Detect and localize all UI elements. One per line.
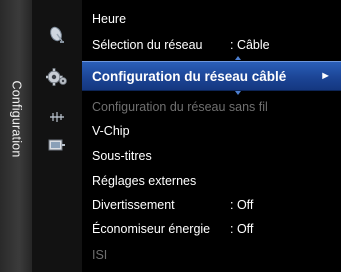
menu-item-label: V-Chip [92, 124, 130, 138]
menu-item-subtitles[interactable]: Sous-titres [82, 145, 341, 167]
gear-settings-icon[interactable] [46, 68, 68, 86]
menu-item-value: : Off [230, 198, 254, 212]
menu-item-wireless-network-config: Configuration du réseau sans fil [82, 96, 341, 118]
menu-item-energy-saver[interactable]: Économiseur énergie : Off [82, 218, 341, 240]
menu-item-label: Économiseur énergie [92, 222, 211, 236]
category-label-wrap: Configuration [2, 44, 30, 194]
settings-menu-list: Heure Sélection du réseau : Câble Config… [82, 0, 341, 272]
menu-item-label: Sélection du réseau [92, 38, 203, 52]
scroll-up-indicator-icon [235, 56, 241, 60]
category-tab[interactable]: Configuration [0, 0, 32, 272]
menu-item-network-selection[interactable]: Sélection du réseau : Câble [82, 34, 341, 56]
menu-item-value: : Off [230, 222, 254, 236]
menu-item-v-chip[interactable]: V-Chip [82, 120, 341, 142]
category-icon-column [32, 0, 82, 272]
satellite-dish-icon[interactable] [46, 26, 68, 44]
menu-item-isi: ISI [82, 244, 341, 266]
category-label: Configuration [9, 80, 24, 158]
menu-item-external-settings[interactable]: Réglages externes [82, 170, 341, 192]
menu-item-label: Heure [92, 12, 127, 26]
scroll-down-indicator-icon [235, 91, 241, 95]
menu-item-label: Configuration du réseau câblé [92, 68, 287, 84]
menu-item-wired-network-config[interactable]: Configuration du réseau câblé ► [82, 61, 341, 91]
menu-item-label: Divertissement [92, 198, 175, 212]
menu-item-label: ISI [92, 248, 108, 262]
menu-item-label: Réglages externes [92, 174, 197, 188]
menu-item-heure[interactable]: Heure [82, 8, 341, 30]
tv-settings-menu: Configuration Heure Sélection du réseau … [0, 0, 341, 272]
menu-item-entertainment[interactable]: Divertissement : Off [82, 194, 341, 216]
submenu-arrow-icon: ► [320, 70, 331, 82]
menu-item-value: : Câble [230, 38, 270, 52]
antenna-icon[interactable] [46, 108, 68, 126]
menu-item-label: Configuration du réseau sans fil [92, 100, 268, 114]
input-source-icon[interactable] [46, 136, 68, 154]
menu-item-label: Sous-titres [92, 149, 152, 163]
